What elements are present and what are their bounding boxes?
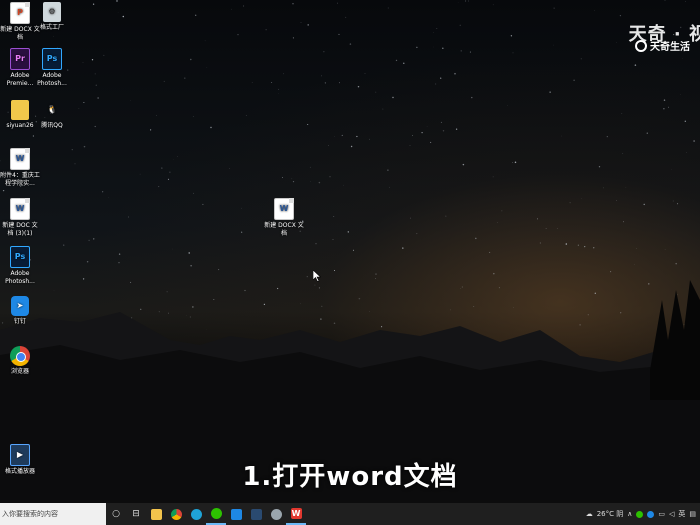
photoshop-icon: Ps: [42, 48, 62, 70]
wechat-icon[interactable]: [206, 503, 226, 525]
video-subtitle: 1.打开word文档: [242, 462, 458, 492]
premiere-icon: Pr: [10, 48, 30, 70]
desktop-icon-label: 新建 DOC 文档 (3)(1): [2, 222, 38, 237]
desktop-icon-label: 新建 DOCX 文档: [264, 222, 304, 237]
word-document-icon: W: [274, 198, 294, 220]
desktop-icon-label: Adobe Photosh...: [37, 72, 67, 87]
desktop-icon-label: 浏览器: [10, 368, 29, 375]
dingtalk-taskbar-icon[interactable]: [226, 503, 246, 525]
desktop-icon[interactable]: ⚙ 格式工厂: [32, 2, 72, 32]
dingtalk-icon: ➤: [11, 296, 29, 316]
taskbar: 入你要搜索的内容 ○ ⊟ W ☁ 26°C 阴 ∧ ▭ ◁ 英 ▤: [0, 503, 700, 525]
watermark-text: 天奇生活: [650, 42, 690, 53]
desktop-icon[interactable]: Ps Adobe Photosh...: [32, 48, 72, 88]
cortana-circle-icon[interactable]: ○: [106, 503, 126, 525]
desktop-icon-label: 腾讯QQ: [41, 122, 63, 129]
photoshop-icon: Ps: [10, 246, 30, 268]
dingtalk-tray-icon[interactable]: [647, 510, 655, 518]
qq-penguin-icon: 🐧: [47, 105, 57, 114]
format-factory-icon: ⚙: [43, 2, 61, 22]
browser-taskbar-icon[interactable]: [266, 503, 286, 525]
desktop-icon[interactable]: 浏览器: [0, 346, 40, 376]
edge-icon[interactable]: [186, 503, 206, 525]
desktop-icon-label: 钉钉: [13, 318, 26, 325]
watermark-logo: 天奇生活: [635, 38, 690, 53]
document-icon: P: [10, 2, 30, 24]
taskbar-search-input[interactable]: 入你要搜索的内容: [0, 503, 106, 525]
task-view-icon[interactable]: ⊟: [126, 503, 146, 525]
weather-cloud-icon: ☁: [585, 510, 593, 518]
desktop-icon[interactable]: W 新建 DOC 文档 (3)(1): [0, 198, 40, 238]
wechat-tray-icon[interactable]: [636, 510, 644, 518]
desktop-icon-label: Adobe Photosh...: [5, 270, 35, 285]
desktop-icon[interactable]: W 附件4：重庆工程学院实...: [0, 148, 40, 188]
browser-icon: [10, 346, 30, 366]
word-document-icon: W: [10, 148, 30, 170]
media-taskbar-icon[interactable]: [246, 503, 266, 525]
file-explorer-icon[interactable]: [146, 503, 166, 525]
desktop-icon-label: 附件4：重庆工程学院实...: [0, 172, 40, 187]
desktop-icon-label: 格式工厂: [39, 24, 64, 31]
expand-tray-icon[interactable]: ∧: [627, 510, 632, 518]
desktop-icon[interactable]: Ps Adobe Photosh...: [0, 246, 40, 286]
network-icon[interactable]: ▭: [658, 510, 665, 518]
desktop-wallpaper: [0, 0, 700, 503]
system-tray: ☁ 26°C 阴 ∧ ▭ ◁ 英 ▤: [586, 503, 696, 525]
weather-text[interactable]: 26°C 阴: [597, 509, 624, 519]
desktop-icon-center-docx[interactable]: W 新建 DOCX 文档: [264, 198, 304, 238]
chrome-taskbar-icon[interactable]: [166, 503, 186, 525]
desktop-icon[interactable]: ➤ 钉钉: [0, 296, 40, 326]
mouse-cursor-icon: [313, 270, 321, 282]
word-document-icon: W: [10, 198, 30, 220]
watermark-circle-icon: [635, 39, 647, 52]
input-method-icon[interactable]: 英: [678, 509, 685, 519]
volume-icon[interactable]: ◁: [669, 510, 674, 518]
desktop-icon[interactable]: 🐧 腾讯QQ: [32, 100, 72, 130]
folder-icon: [11, 100, 29, 120]
notification-icon[interactable]: ▤: [689, 510, 696, 518]
wps-icon[interactable]: W: [286, 503, 306, 525]
